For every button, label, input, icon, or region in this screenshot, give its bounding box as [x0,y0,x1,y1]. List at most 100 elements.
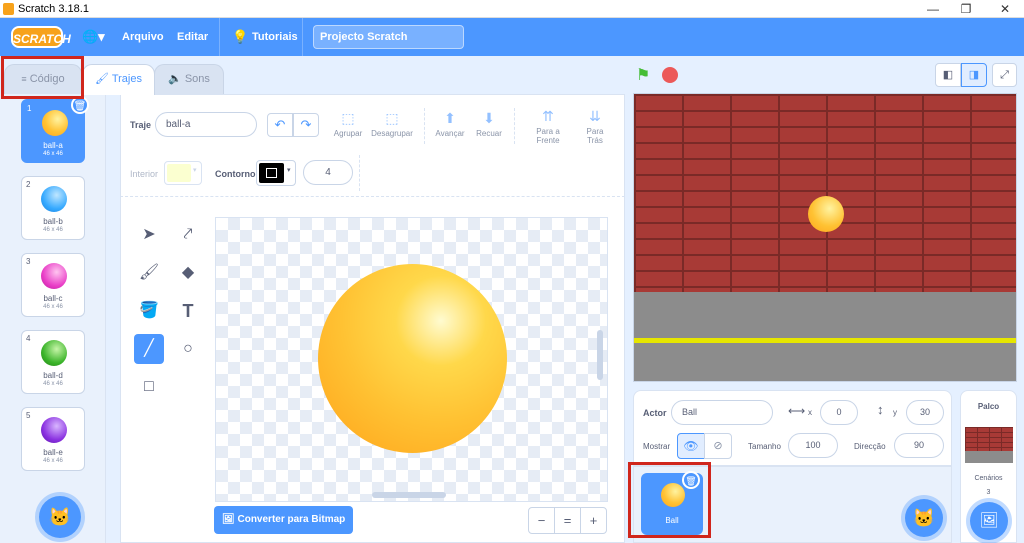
circle-tool-icon[interactable]: ○ [173,334,203,364]
direction-input[interactable]: 90 [894,433,944,458]
outline-width-input[interactable]: 4 [303,160,353,185]
group-button[interactable]: ⬚ Agrupar [332,110,364,138]
highlight-box [628,462,711,538]
costume-item[interactable]: 5 ball-e 46 x 46 [21,407,85,471]
back-icon: ⇊ [589,108,601,124]
convert-bitmap-label: Converter para Bitmap [237,514,346,525]
costume-item[interactable]: 4 ball-d 46 x 46 [21,330,85,394]
zoom-out-button[interactable]: − [528,507,555,534]
x-input[interactable]: 0 [820,400,858,425]
costume-number: 1 [27,104,32,113]
edit-menu[interactable]: Editar [177,18,208,56]
small-stage-icon[interactable]: ◧ [935,63,961,87]
large-stage-icon[interactable]: ◨ [961,63,987,87]
pavement-backdrop [634,292,1016,381]
brush-icon: 🖌 [95,73,109,85]
fullscreen-icon[interactable]: ⤢ [992,63,1017,87]
tab-sounds-label: Sons [184,73,210,85]
file-menu[interactable]: Arquivo [122,18,164,56]
rectangle-tool-icon[interactable]: □ [134,372,164,402]
sprite-info-panel: Actor Ball ⟷ x 0 ↕ y 30 Mostrar 👁 ⊘ Tama… [633,390,952,466]
hide-eye-slash-icon[interactable]: ⊘ [704,433,732,459]
minimize-button[interactable]: — [926,2,940,16]
front-button[interactable]: ⇈ Para a Frente [530,108,566,145]
window-title: Scratch 3.18.1 [18,3,89,15]
app-icon [3,3,14,15]
choose-backdrop-image-icon[interactable]: 🖼 [970,502,1008,540]
tab-costumes[interactable]: 🖌 Trajes [82,64,155,95]
ungroup-icon: ⬚ [385,110,399,126]
choose-sprite-cat-icon[interactable]: 🐱 [905,499,943,537]
maximize-button[interactable]: ❐ [959,2,973,16]
actor-name-input[interactable]: Ball [671,400,773,425]
stage[interactable] [633,93,1017,382]
menu-divider [219,18,220,56]
choose-costume-cat-icon[interactable]: 🐱 [39,496,81,538]
scratch-logo[interactable]: SCRATCH [11,26,71,48]
tab-costumes-label: Trajes [111,73,142,85]
tab-sounds[interactable]: 🔈 Sons [154,64,224,94]
stage-selector[interactable]: Palco Cenários 3 🖼 [960,390,1017,543]
costume-name-input[interactable]: ball-a [155,112,257,137]
toolbar-divider [424,108,425,144]
zoom-reset-button[interactable]: = [554,507,581,534]
vertical-arrow-icon: ↕ [877,402,884,417]
close-window-button[interactable]: ✕ [998,2,1012,16]
costume-item[interactable]: 2 ball-b 46 x 46 [21,176,85,240]
reshape-tool-icon[interactable]: ⤤ [173,220,203,250]
outline-label: Contorno [215,169,256,179]
eraser-tool-icon[interactable]: ◆ [173,258,203,288]
costume-number: 5 [26,411,31,420]
forward-button[interactable]: ⬆ Avançar [434,110,466,138]
green-flag-icon[interactable]: ⚑ [636,65,650,85]
costume-thumbnail [42,110,68,136]
show-visible-eye-icon[interactable]: 👁 [677,433,705,459]
ungroup-button[interactable]: ⬚ Desagrupar [369,110,415,138]
redo-icon[interactable]: ↷ [293,113,319,137]
back-label-2: Trás [587,136,603,145]
ball-sprite[interactable] [808,196,844,232]
line-tool-icon[interactable]: ╱ [134,334,164,364]
brush-tool-icon[interactable]: 🖌 [134,258,164,288]
costume-name: ball-e [43,448,63,457]
vertical-scrollbar[interactable] [597,330,603,380]
costume-size: 46 x 46 [43,151,63,157]
backward-button[interactable]: ⬇ Recuar [473,110,505,138]
convert-bitmap-button[interactable]: 🖼 Converter para Bitmap [214,506,353,534]
undo-icon[interactable]: ↶ [267,113,293,137]
horizontal-arrow-icon: ⟷ [788,404,806,418]
outline-color-picker[interactable]: ▾ [256,160,296,186]
zoom-in-button[interactable]: + [580,507,607,534]
size-input[interactable]: 100 [788,433,838,458]
language-menu-globe-icon[interactable]: 🌐▾ [82,18,105,56]
fill-color-swatch [167,164,191,182]
select-tool-arrow-icon[interactable]: ➤ [134,220,164,250]
tutorials-icon: 💡 [232,29,249,44]
costume-size: 46 x 46 [43,381,63,387]
project-title-input[interactable]: Projecto Scratch [313,25,464,49]
actor-label: Actor [643,408,667,418]
costume-size: 46 x 46 [43,458,63,464]
y-input[interactable]: 30 [906,400,944,425]
window-title-bar: Scratch 3.18.1 — ❐ ✕ [0,0,1024,18]
group-label: Agrupar [333,129,363,138]
forward-label: Avançar [435,129,465,138]
brick-wall-backdrop [634,94,1016,292]
stop-icon[interactable] [662,67,678,83]
costume-number: 4 [26,334,31,343]
costume-ball-drawing[interactable] [318,264,507,453]
costume-size: 46 x 46 [43,227,63,233]
backdrop-thumbnail [965,427,1013,463]
y-label: y [893,408,897,417]
tutorials-menu[interactable]: Tutoriais [252,18,298,56]
back-button[interactable]: ⇊ Para Trás [579,108,611,145]
horizontal-scrollbar[interactable] [372,492,446,498]
fill-color-picker[interactable]: ▾ [164,161,202,185]
text-tool-icon[interactable]: T [173,296,203,326]
road-line [634,338,1016,343]
fill-tool-bucket-icon[interactable]: 🪣 [134,296,164,326]
costume-item[interactable]: 3 ball-c 46 x 46 [21,253,85,317]
toolbar-divider [359,155,360,191]
group-icon: ⬚ [341,110,355,126]
costume-thumbnail [41,186,67,212]
